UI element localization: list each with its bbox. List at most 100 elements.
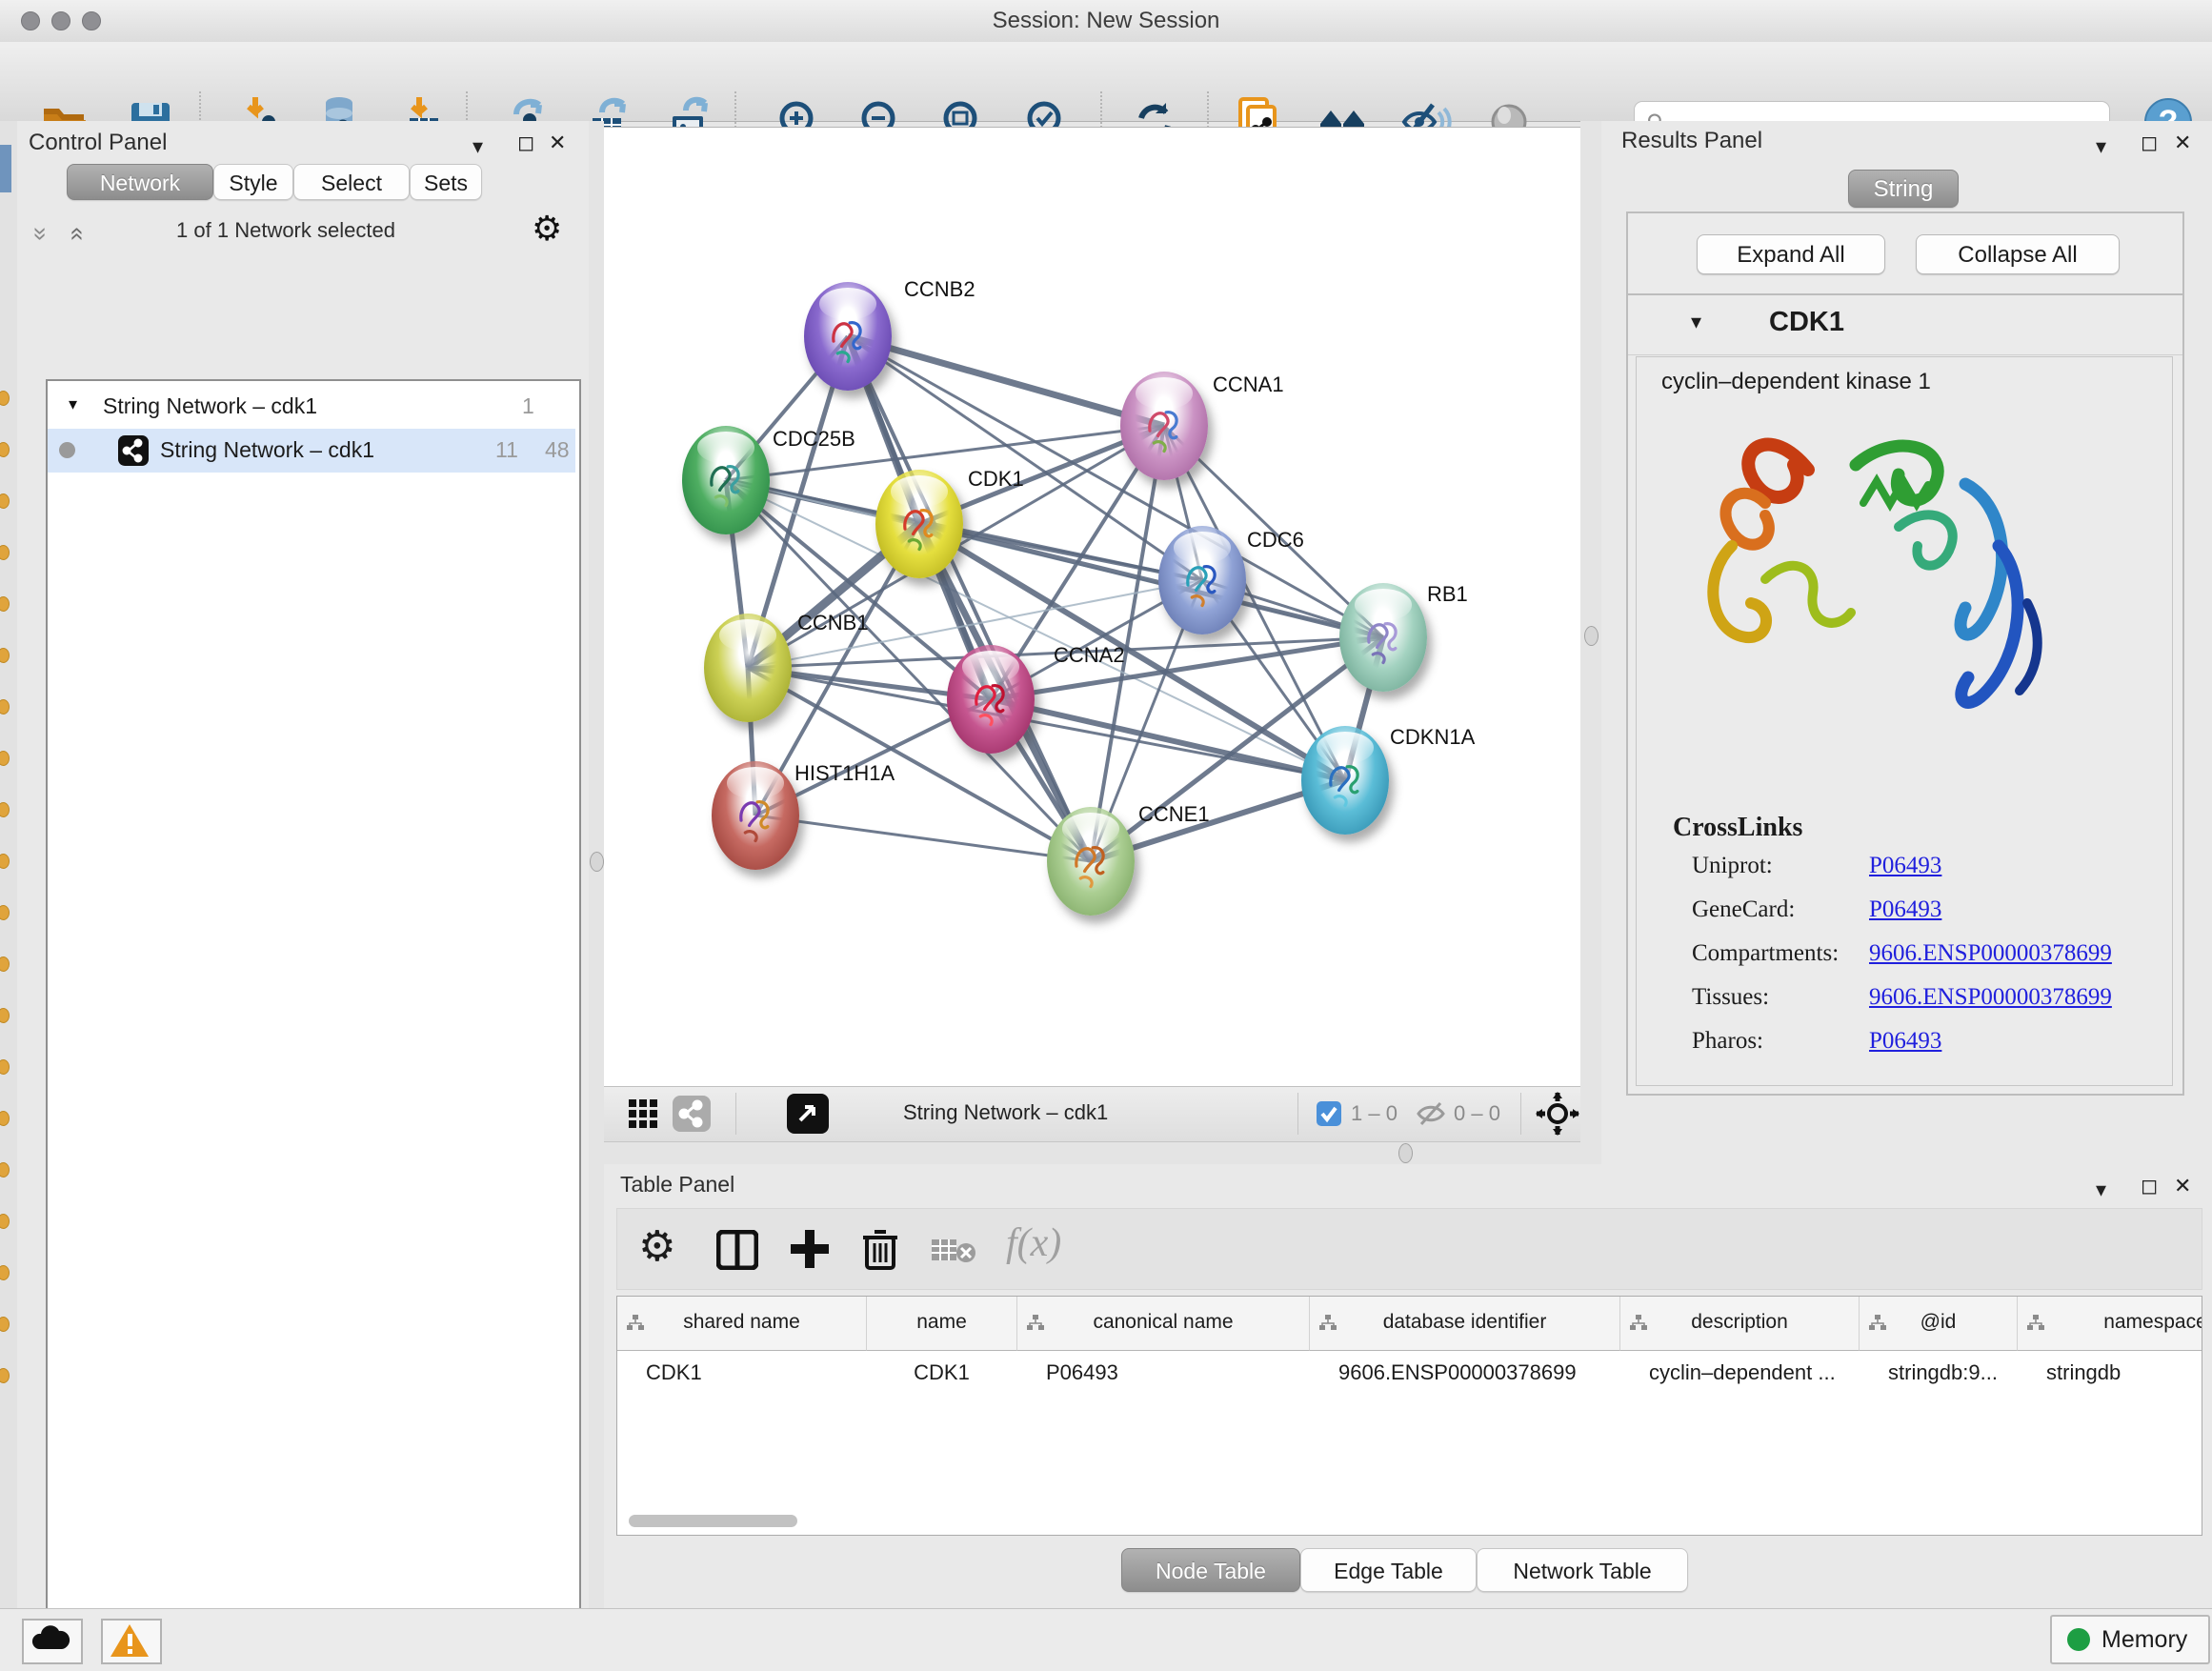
close-panel-icon[interactable]: ✕: [2174, 131, 2191, 155]
column-header-name[interactable]: name: [867, 1297, 1017, 1351]
protein-node-ccna2[interactable]: [947, 645, 1035, 754]
protein-node-hist1h1a[interactable]: [712, 761, 799, 870]
pan-crosshair-icon[interactable]: [1536, 1092, 1579, 1136]
bottom-splitter-handle[interactable]: [1398, 1143, 1413, 1163]
column-header-databaseidentifier[interactable]: database identifier: [1310, 1297, 1620, 1351]
protein-node-ccne1[interactable]: [1047, 807, 1135, 916]
gene-header-row[interactable]: ▾ CDK1: [1628, 295, 2182, 355]
node-table[interactable]: shared namenamecanonical namedatabase id…: [616, 1296, 2202, 1536]
tab-edge-table[interactable]: Edge Table: [1300, 1548, 1477, 1592]
crosslink-label: Pharos:: [1692, 1028, 1763, 1055]
column-header-id[interactable]: @id: [1860, 1297, 2018, 1351]
network-row-selected[interactable]: String Network – cdk1 11 48: [48, 429, 575, 473]
tab-network-table[interactable]: Network Table: [1477, 1548, 1688, 1592]
node-label-ccnb2: CCNB2: [904, 277, 975, 302]
protein-node-ccna1[interactable]: [1120, 372, 1208, 480]
node-label-cdc6: CDC6: [1247, 528, 1304, 553]
table-cell[interactable]: 9606.ENSP00000378699: [1310, 1351, 1619, 1397]
crosslink-label: Compartments:: [1692, 940, 1839, 967]
table-cell[interactable]: CDK1: [617, 1351, 866, 1397]
table-cell[interactable]: stringdb: [2018, 1351, 2202, 1397]
column-header-canonicalname[interactable]: canonical name: [1017, 1297, 1310, 1351]
selected-checkbox-icon[interactable]: [1317, 1101, 1341, 1126]
expand-all-button[interactable]: Expand All: [1697, 234, 1885, 274]
desktop-edge-dot: [0, 1368, 10, 1383]
maximize-panel-icon[interactable]: ◻: [2141, 1174, 2158, 1198]
crosslink-link[interactable]: 9606.ENSP00000378699: [1869, 940, 2112, 967]
maximize-panel-icon[interactable]: ◻: [2141, 131, 2158, 155]
add-column-icon[interactable]: [791, 1230, 829, 1268]
table-cell[interactable]: CDK1: [867, 1351, 1016, 1397]
gene-name: CDK1: [1769, 307, 1844, 338]
column-header-label: shared name: [617, 1311, 866, 1334]
left-splitter-handle[interactable]: [590, 852, 604, 872]
protein-ribbon-thumbnail: [1068, 836, 1114, 893]
column-header-description[interactable]: description: [1620, 1297, 1860, 1351]
expand-all-icon[interactable]: »: [61, 227, 90, 240]
birds-eye-view-icon[interactable]: [629, 1099, 657, 1128]
protein-node-cdc25b[interactable]: [682, 426, 770, 534]
collection-count: 1: [522, 393, 534, 419]
protein-node-cdk1[interactable]: [875, 470, 963, 578]
network-edge[interactable]: [919, 524, 1383, 637]
string-style-toggle-icon[interactable]: [673, 1096, 711, 1132]
table-settings-gear-icon[interactable]: ⚙: [638, 1222, 675, 1271]
table-cell[interactable]: P06493: [1017, 1351, 1309, 1397]
export-view-icon[interactable]: [787, 1094, 829, 1134]
table-cell[interactable]: cyclin–dependent ...: [1620, 1351, 1859, 1397]
table-cell[interactable]: stringdb:9...: [1860, 1351, 2017, 1397]
maximize-panel-icon[interactable]: ◻: [517, 131, 534, 155]
crosslink-label: GeneCard:: [1692, 896, 1795, 923]
crosslink-link[interactable]: P06493: [1869, 896, 1941, 923]
float-panel-icon[interactable]: ▾: [2096, 1178, 2106, 1202]
show-columns-icon[interactable]: [716, 1230, 758, 1270]
column-header-sharedname[interactable]: shared name: [617, 1297, 867, 1351]
gear-icon[interactable]: ⚙: [532, 209, 562, 249]
tab-string[interactable]: String: [1848, 170, 1959, 208]
crosslink-link[interactable]: 9606.ENSP00000378699: [1869, 984, 2112, 1011]
protein-node-ccnb1[interactable]: [704, 614, 792, 722]
right-splitter-handle[interactable]: [1584, 626, 1599, 646]
network-collection-row[interactable]: ▾ String Network – cdk1 1: [48, 385, 575, 429]
table-horizontal-scrollbar[interactable]: [629, 1515, 797, 1527]
tab-node-table[interactable]: Node Table: [1121, 1548, 1300, 1592]
float-panel-icon[interactable]: ▾: [2096, 134, 2106, 159]
collapse-entry-icon[interactable]: ▾: [1691, 310, 1701, 334]
network-edge[interactable]: [755, 815, 1091, 861]
close-panel-icon[interactable]: ✕: [549, 131, 566, 155]
collapse-all-button[interactable]: Collapse All: [1916, 234, 2120, 274]
protein-ribbon-thumbnail: [1179, 554, 1225, 612]
column-header-namespace[interactable]: namespace: [2018, 1297, 2202, 1351]
network-edge[interactable]: [848, 336, 1164, 426]
right-splitter[interactable]: [1580, 121, 1601, 1164]
memory-button[interactable]: Memory: [2050, 1615, 2210, 1664]
protein-node-cdc6[interactable]: [1158, 526, 1246, 634]
close-panel-icon[interactable]: ✕: [2174, 1174, 2191, 1198]
crosslink-link[interactable]: P06493: [1869, 1028, 1941, 1055]
bottom-splitter[interactable]: [604, 1140, 1580, 1164]
status-separator: [735, 1093, 736, 1135]
float-panel-icon[interactable]: ▾: [473, 134, 483, 159]
status-separator: [1297, 1093, 1298, 1135]
delete-column-icon[interactable]: [861, 1228, 899, 1270]
tab-select[interactable]: Select: [293, 164, 410, 200]
protein-node-ccnb2[interactable]: [804, 282, 892, 391]
protein-node-cdkn1a[interactable]: [1301, 726, 1389, 835]
main-toolbar: ⚲ ?: [0, 42, 2212, 122]
window-title: Session: New Session: [0, 8, 2212, 34]
expander-icon[interactable]: ▾: [69, 394, 77, 414]
left-splitter[interactable]: [589, 121, 604, 1608]
tab-sets[interactable]: Sets: [410, 164, 482, 200]
cloud-button[interactable]: [22, 1619, 83, 1664]
protein-node-rb1[interactable]: [1339, 583, 1427, 692]
tab-style[interactable]: Style: [213, 164, 293, 200]
desktop-edge-dot: [0, 802, 10, 817]
warning-button[interactable]: [101, 1619, 162, 1664]
status-bar: Memory: [0, 1608, 2212, 1671]
crosslink-link[interactable]: P06493: [1869, 853, 1941, 879]
protein-structure-image: [1675, 413, 2056, 765]
column-header-label: @id: [1860, 1311, 2017, 1334]
tab-network[interactable]: Network: [67, 164, 213, 200]
collapse-all-icon[interactable]: »: [27, 227, 56, 240]
network-view[interactable]: CCNB2CCNA1CDC25BCDK1CDC6RB1CCNB1CCNA2CDK…: [604, 127, 1580, 1087]
